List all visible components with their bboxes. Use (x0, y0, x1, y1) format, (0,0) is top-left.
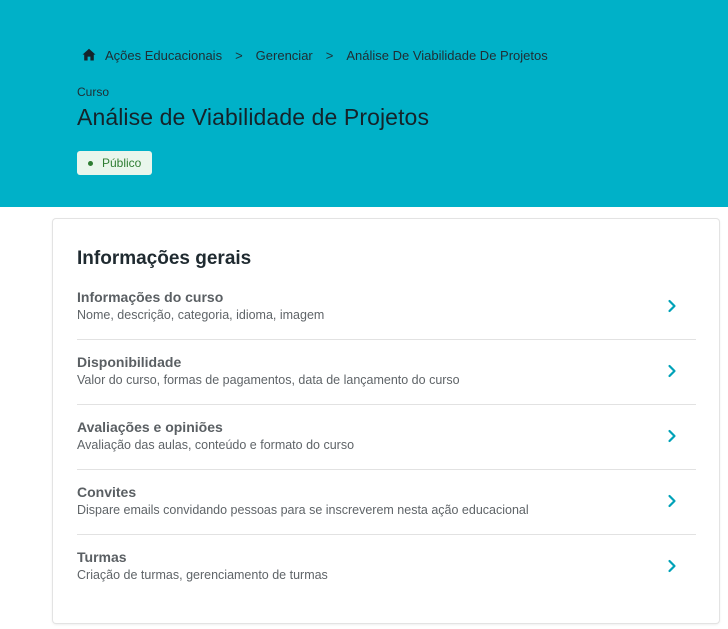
course-kind-label: Curso (77, 85, 110, 99)
status-dot-icon (88, 160, 93, 166)
settings-list: Informações do curso Nome, descrição, ca… (77, 275, 696, 599)
list-item-course-info[interactable]: Informações do curso Nome, descrição, ca… (77, 275, 696, 340)
list-item-invites[interactable]: Convites Dispare emails convidando pesso… (77, 470, 696, 535)
card-title: Informações gerais (77, 248, 252, 269)
breadcrumb-separator: > (235, 47, 243, 63)
list-item-title: Avaliações e opiniões (77, 419, 223, 435)
list-item-description: Avaliação das aulas, conteúdo e formato … (77, 438, 355, 452)
breadcrumb-link-acoes-educacionais[interactable]: Ações Educacionais (105, 48, 222, 63)
chevron-right-icon (668, 494, 676, 508)
page-title: Análise de Viabilidade de Projetos (77, 104, 430, 130)
status-badge: Público (77, 151, 153, 175)
chevron-right-icon (668, 429, 676, 443)
list-item-description: Dispare emails convidando pessoas para s… (77, 503, 529, 517)
breadcrumb-link-gerenciar[interactable]: Gerenciar (256, 48, 313, 63)
list-item-title: Turmas (77, 549, 127, 565)
home-icon[interactable] (81, 47, 97, 63)
chevron-right-icon (668, 364, 676, 378)
list-item-title: Disponibilidade (77, 354, 182, 370)
breadcrumb-current: Análise De Viabilidade De Projetos (346, 47, 548, 63)
list-item-title: Informações do curso (77, 289, 224, 305)
chevron-right-icon (668, 299, 676, 313)
page-header: Ações Educacionais > Gerenciar > Análise… (0, 0, 728, 207)
list-item-description: Nome, descrição, categoria, idioma, imag… (77, 308, 325, 322)
chevron-right-icon (668, 559, 676, 573)
status-badge-label: Público (102, 156, 142, 170)
breadcrumb: Ações Educacionais > Gerenciar > Análise… (81, 46, 548, 64)
list-item-classes[interactable]: Turmas Criação de turmas, gerenciamento … (77, 535, 696, 599)
list-item-title: Convites (77, 484, 137, 500)
list-item-description: Valor do curso, formas de pagamentos, da… (77, 373, 460, 387)
general-info-card: Informações gerais Informações do curso … (53, 219, 719, 623)
list-item-availability[interactable]: Disponibilidade Valor do curso, formas d… (77, 340, 696, 405)
list-item-description: Criação de turmas, gerenciamento de turm… (77, 568, 328, 582)
breadcrumb-separator: > (325, 47, 334, 63)
list-item-reviews[interactable]: Avaliações e opiniões Avaliação das aula… (77, 405, 696, 470)
